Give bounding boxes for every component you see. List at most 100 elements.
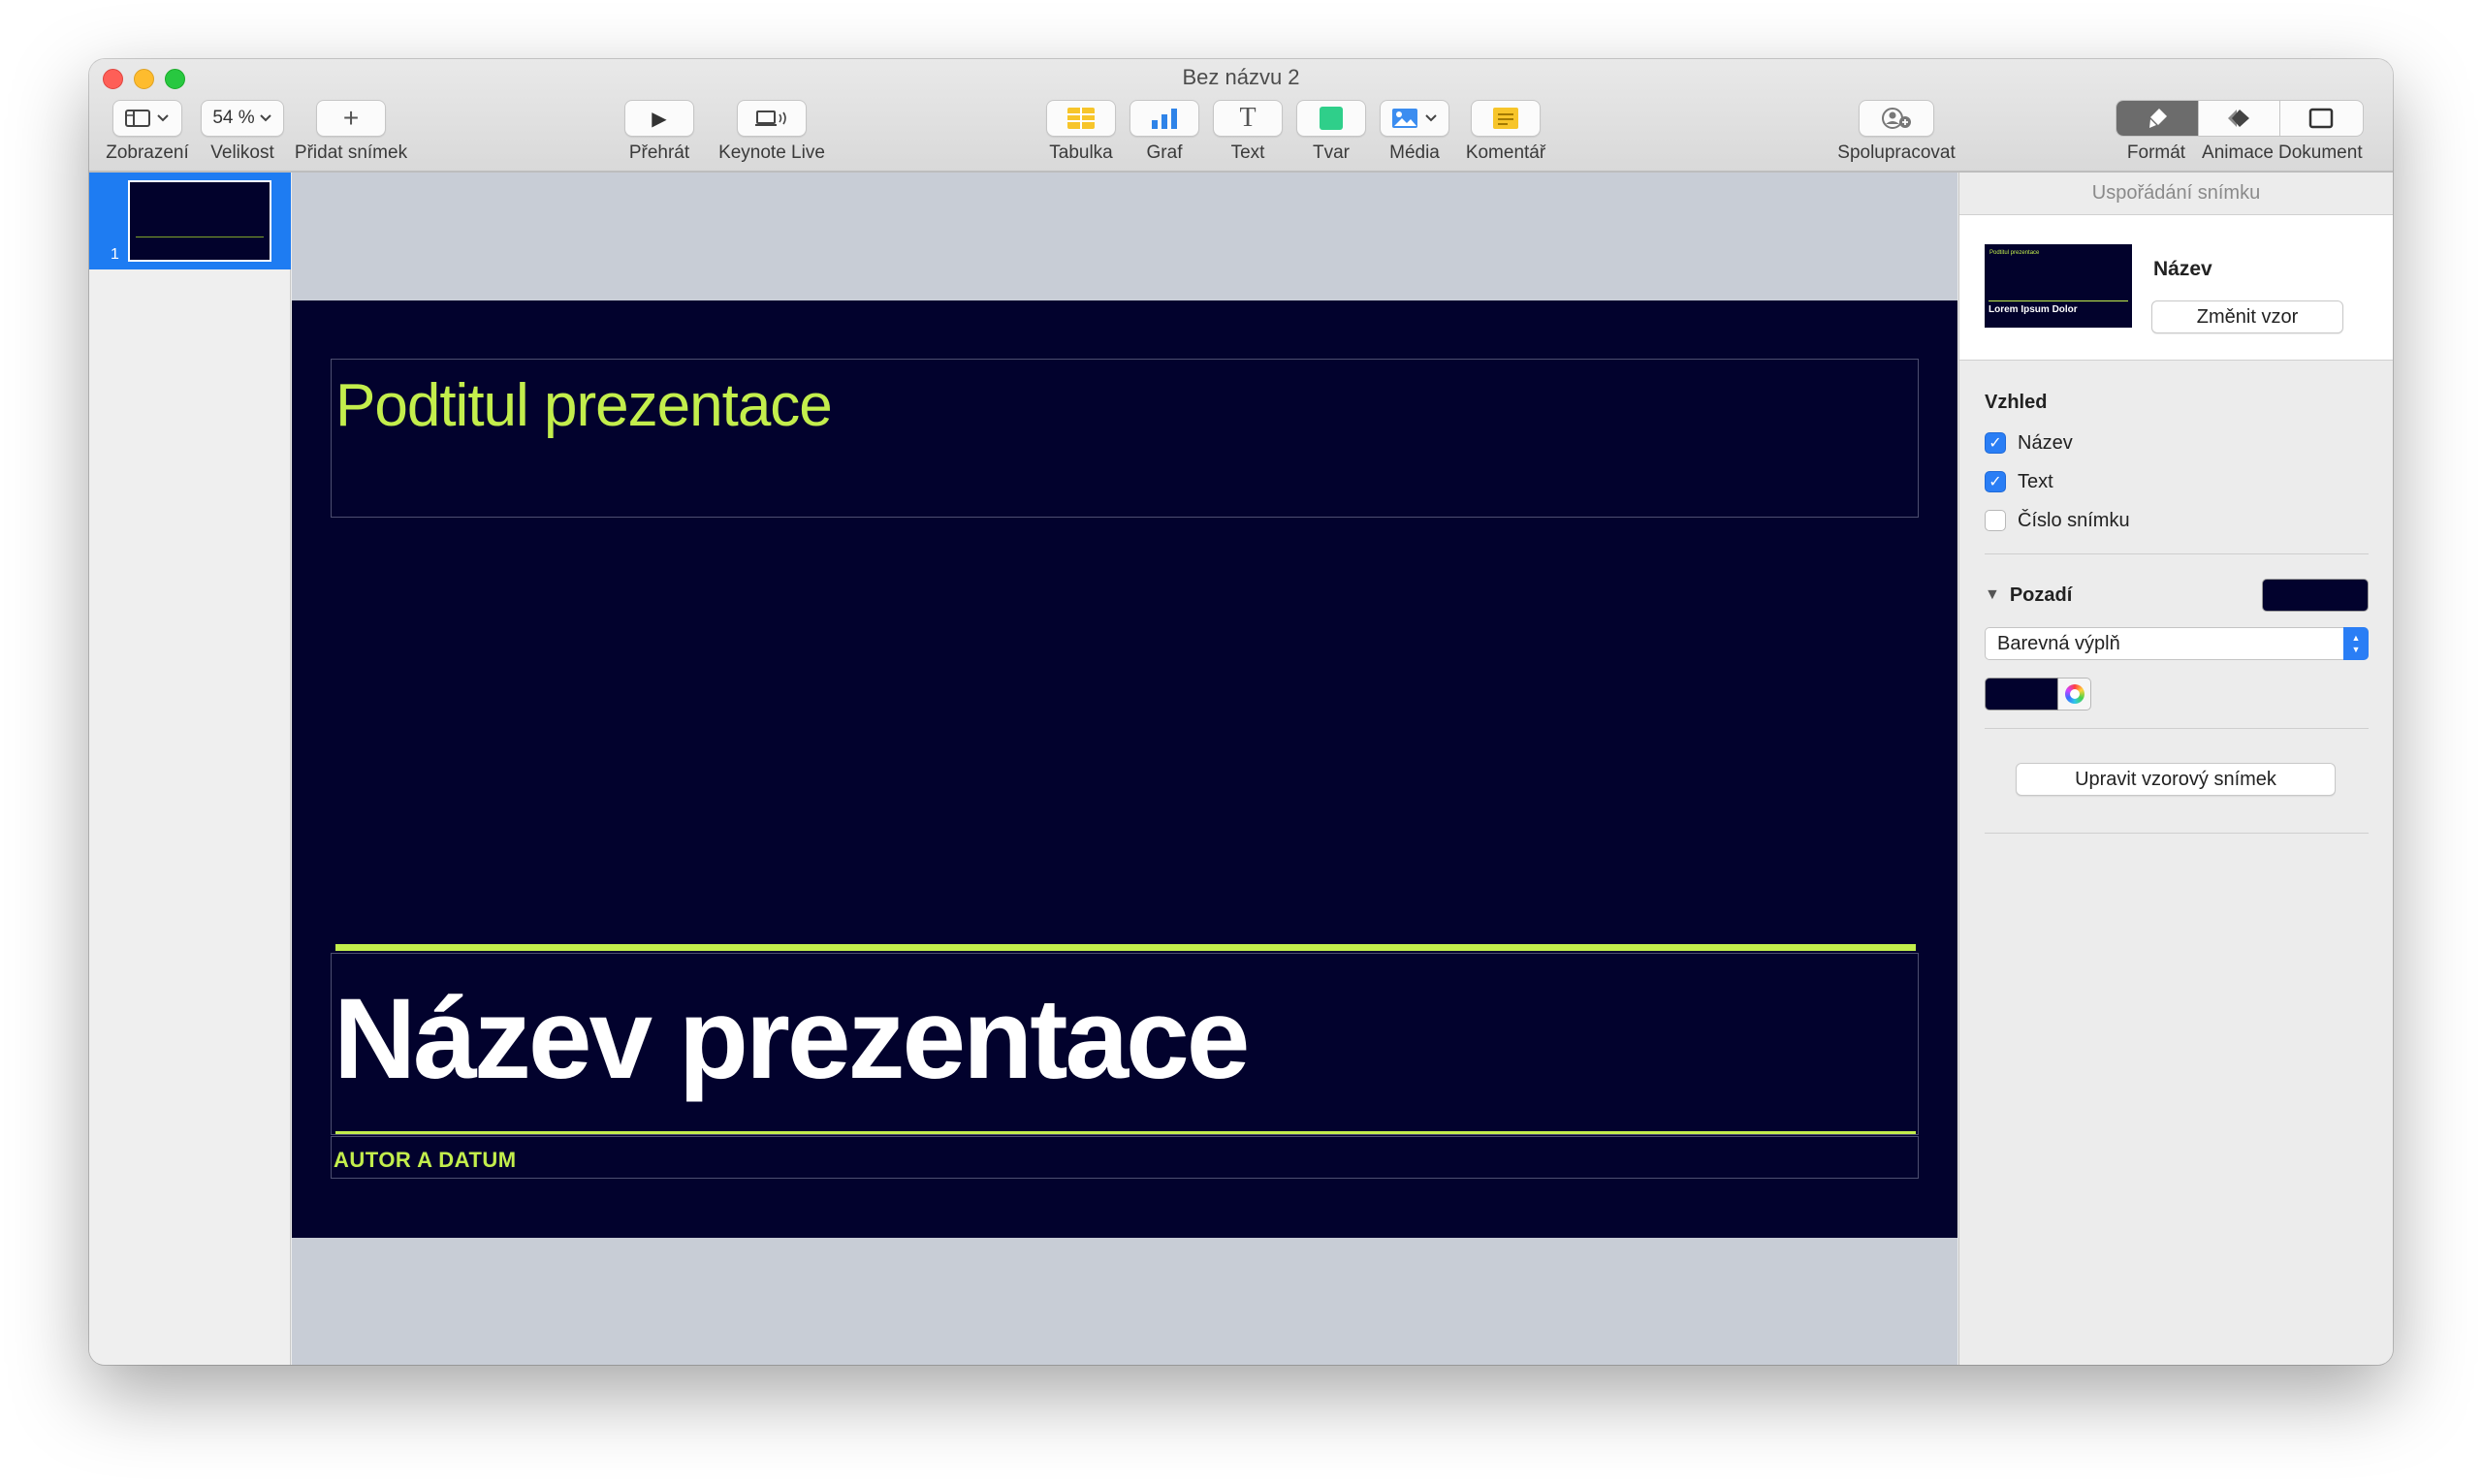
checkbox-body-box[interactable]: ✓ xyxy=(1985,471,2006,492)
comment-label: Komentář xyxy=(1465,142,1546,163)
slide-author: AUTOR A DATUM xyxy=(334,1148,517,1172)
shape-icon xyxy=(1320,107,1343,130)
table-button[interactable] xyxy=(1046,100,1116,137)
text-button[interactable]: T xyxy=(1213,100,1283,137)
play-button[interactable]: ▶ xyxy=(624,100,694,137)
photo-icon xyxy=(1392,109,1417,128)
subtitle-placeholder[interactable]: Podtitul prezentace xyxy=(331,359,1919,518)
zoom-tool[interactable]: 54 % Velikost xyxy=(200,100,285,164)
media-button[interactable] xyxy=(1380,100,1449,137)
color-picker-button[interactable] xyxy=(2058,678,2091,710)
view-tool[interactable]: Zobrazení xyxy=(103,100,192,164)
arrow-up-icon: ▲ xyxy=(2351,633,2361,643)
checkbox-title[interactable]: ✓ Název xyxy=(1985,424,2369,462)
background-color-swatch[interactable] xyxy=(2262,579,2369,612)
shape-tool[interactable]: Tvar xyxy=(1293,100,1369,164)
keynote-live-button[interactable] xyxy=(737,100,807,137)
view-label: Zobrazení xyxy=(106,142,189,163)
media-tool[interactable]: Média xyxy=(1377,100,1452,164)
select-stepper-icon: ▲ ▼ xyxy=(2343,627,2369,660)
window-title: Bez názvu 2 xyxy=(1182,65,1300,89)
appearance-title: Vzhled xyxy=(1985,392,2048,413)
color-wheel-icon xyxy=(2064,684,2084,704)
text-tool[interactable]: T Text xyxy=(1210,100,1286,164)
chart-tool[interactable]: Graf xyxy=(1127,100,1202,164)
keynote-live-tool[interactable]: Keynote Live xyxy=(710,100,834,164)
format-inspector: Uspořádání snímku Podtitul prezentace Lo… xyxy=(1958,173,2393,1365)
change-master-button[interactable]: Změnit vzor xyxy=(2151,300,2343,333)
master-thumbnail[interactable]: Podtitul prezentace Lorem Ipsum Dolor xyxy=(1985,244,2132,328)
author-placeholder[interactable]: AUTOR A DATUM xyxy=(331,1136,1919,1179)
checkbox-slide-number-label: Číslo snímku xyxy=(2018,509,2130,531)
collaborate-label: Spolupracovat xyxy=(1837,142,1956,163)
shape-button[interactable] xyxy=(1296,100,1366,137)
zoom-label: Velikost xyxy=(210,142,274,163)
master-name: Název xyxy=(2153,258,2212,280)
arrow-down-icon: ▼ xyxy=(2351,645,2361,654)
slide-thumbnail-1[interactable]: 1 xyxy=(89,173,291,269)
edit-master-button[interactable]: Upravit vzorový snímek xyxy=(2016,763,2336,796)
broadcast-icon xyxy=(755,111,786,126)
inspector-header: Uspořádání snímku xyxy=(1959,173,2393,215)
checkmark-icon: ✓ xyxy=(1989,474,2002,490)
animate-diamond-icon xyxy=(2227,110,2249,127)
divider xyxy=(1985,553,2369,554)
collaborate-tool[interactable]: Spolupracovat xyxy=(1834,100,1958,164)
comment-tool[interactable]: Komentář xyxy=(1458,100,1553,164)
checkbox-title-box[interactable]: ✓ xyxy=(1985,432,2006,454)
title-placeholder[interactable]: Název prezentace xyxy=(331,953,1919,1135)
zoom-select[interactable]: 54 % xyxy=(201,100,284,137)
checkbox-slide-number-box[interactable] xyxy=(1985,510,2006,531)
table-icon xyxy=(1067,108,1095,129)
chevron-down-icon xyxy=(1425,114,1437,122)
toolbar: Bez názvu 2 Zobrazení 54 % Velikost + Př… xyxy=(89,59,2393,173)
slide-number: 1 xyxy=(111,246,119,263)
slide[interactable]: Podtitul prezentace Název prezentace AUT… xyxy=(292,300,1957,1238)
slide-subtitle: Podtitul prezentace xyxy=(335,372,833,439)
collaborate-button[interactable] xyxy=(1859,100,1934,137)
comment-button[interactable] xyxy=(1471,100,1541,137)
view-button[interactable] xyxy=(112,100,182,137)
checkbox-title-label: Název xyxy=(2018,431,2073,454)
tab-animate[interactable] xyxy=(2198,101,2279,136)
tab-format[interactable] xyxy=(2116,101,2198,136)
table-tool[interactable]: Tabulka xyxy=(1043,100,1119,164)
play-tool[interactable]: ▶ Přehrát xyxy=(624,100,694,164)
collaborate-icon xyxy=(1882,108,1911,129)
table-label: Tabulka xyxy=(1049,142,1113,163)
fill-color-swatch[interactable] xyxy=(1985,678,2058,710)
divider xyxy=(1985,833,2369,834)
play-icon: ▶ xyxy=(652,108,667,130)
slide-canvas[interactable]: Podtitul prezentace Název prezentace AUT… xyxy=(292,173,1957,1365)
checkbox-body[interactable]: ✓ Text xyxy=(1985,462,2369,501)
master-thumb-title: Lorem Ipsum Dolor xyxy=(1989,304,2078,315)
sidebar-layout-icon xyxy=(125,110,150,127)
inspector-segmented-control xyxy=(2116,100,2364,137)
fill-color-well[interactable] xyxy=(1985,678,2091,710)
comment-icon xyxy=(1493,108,1518,129)
add-slide-label: Přidat snímek xyxy=(294,142,408,163)
add-slide-button[interactable]: + xyxy=(316,100,386,137)
accent-line-thick xyxy=(335,944,1916,951)
plus-icon: + xyxy=(342,103,360,133)
checkbox-slide-number[interactable]: Číslo snímku xyxy=(1985,501,2369,540)
keynote-window: Bez názvu 2 Zobrazení 54 % Velikost + Př… xyxy=(89,59,2393,1365)
document-icon xyxy=(2308,108,2333,129)
chart-button[interactable] xyxy=(1130,100,1199,137)
disclosure-triangle-icon[interactable]: ▼ xyxy=(1985,586,2000,604)
background-title: Pozadí xyxy=(2009,584,2073,606)
checkbox-body-label: Text xyxy=(2018,470,2053,492)
shape-label: Tvar xyxy=(1313,142,1350,163)
master-thumb-subtitle: Podtitul prezentace xyxy=(1989,250,2040,256)
tab-document[interactable] xyxy=(2279,101,2361,136)
play-label: Přehrát xyxy=(628,142,690,163)
text-label: Text xyxy=(1230,142,1265,163)
fill-type-select[interactable]: Barevná výplň ▲ ▼ xyxy=(1985,627,2369,660)
appearance-section: Vzhled ✓ Název ✓ Text Číslo snímku xyxy=(1985,392,2369,540)
chevron-down-icon xyxy=(157,114,169,122)
add-slide-tool[interactable]: + Přidat snímek xyxy=(293,100,409,164)
master-thumb-line xyxy=(1989,300,2128,301)
master-section: Podtitul prezentace Lorem Ipsum Dolor Ná… xyxy=(1959,215,2393,361)
accent-line-thin xyxy=(335,1131,1916,1134)
background-row: ▼ Pozadí xyxy=(1985,579,2369,612)
